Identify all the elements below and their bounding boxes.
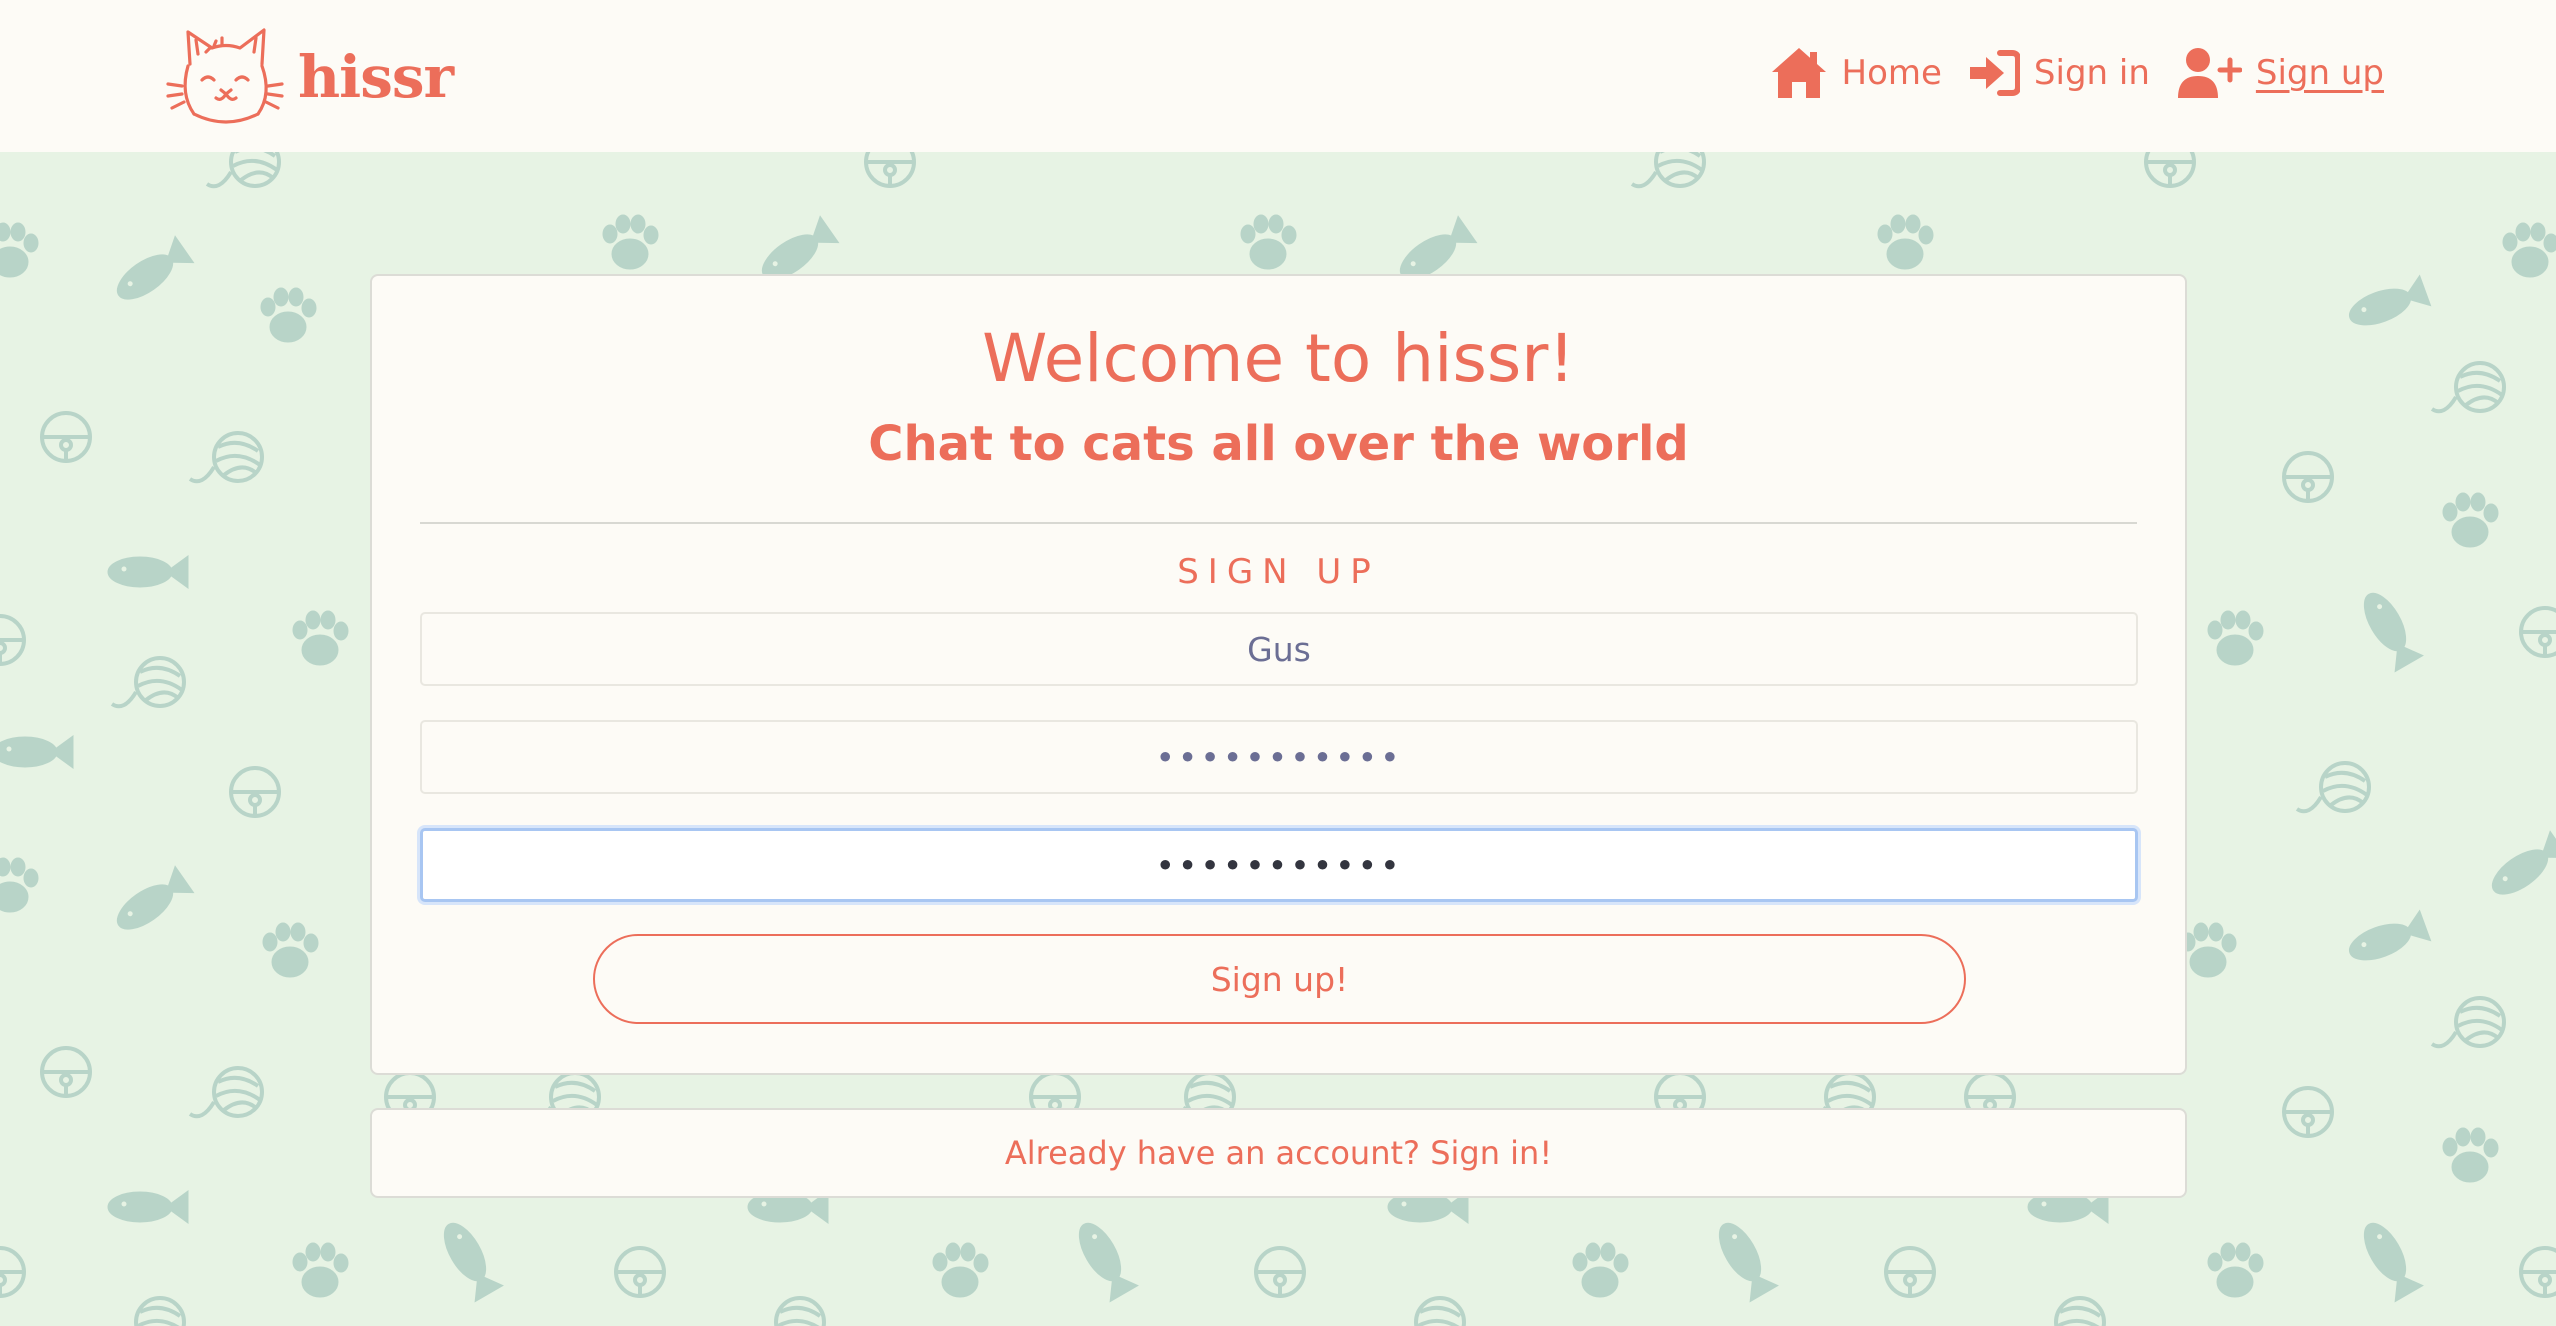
nav-sign-up-label: Sign up (2255, 53, 2384, 93)
brand-name: hissr (298, 43, 454, 111)
divider (420, 522, 2137, 524)
password-field[interactable] (420, 720, 2138, 794)
sign-in-icon (1969, 50, 2020, 96)
confirm-password-field[interactable] (420, 828, 2138, 902)
nav-sign-in-label: Sign in (2033, 53, 2150, 93)
nav-home[interactable]: Home (1770, 46, 1942, 100)
user-plus-icon (2177, 48, 2242, 98)
nav-home-label: Home (1841, 53, 1942, 93)
username-field[interactable] (420, 612, 2138, 686)
cat-face-icon (166, 28, 284, 124)
top-navbar: hissr Home Sign in Sign up (0, 0, 2556, 152)
welcome-title: Welcome to hissr! (982, 320, 1575, 397)
signup-card: Welcome to hissr! Chat to cats all over … (370, 274, 2187, 1075)
main-nav: Home Sign in Sign up (1744, 40, 2384, 106)
signin-prompt-card: Already have an account? Sign in! (370, 1108, 2187, 1198)
nav-sign-up[interactable]: Sign up (2176, 46, 2384, 100)
welcome-subtitle: Chat to cats all over the world (868, 416, 1689, 472)
home-icon (1771, 48, 1826, 98)
sign-in-link[interactable]: Already have an account? Sign in! (1005, 1134, 1552, 1172)
form-heading: SIGN UP (1177, 552, 1380, 592)
brand-link[interactable]: hissr (166, 24, 454, 130)
nav-sign-in[interactable]: Sign in (1968, 49, 2150, 97)
sign-up-button[interactable]: Sign up! (593, 934, 1966, 1024)
